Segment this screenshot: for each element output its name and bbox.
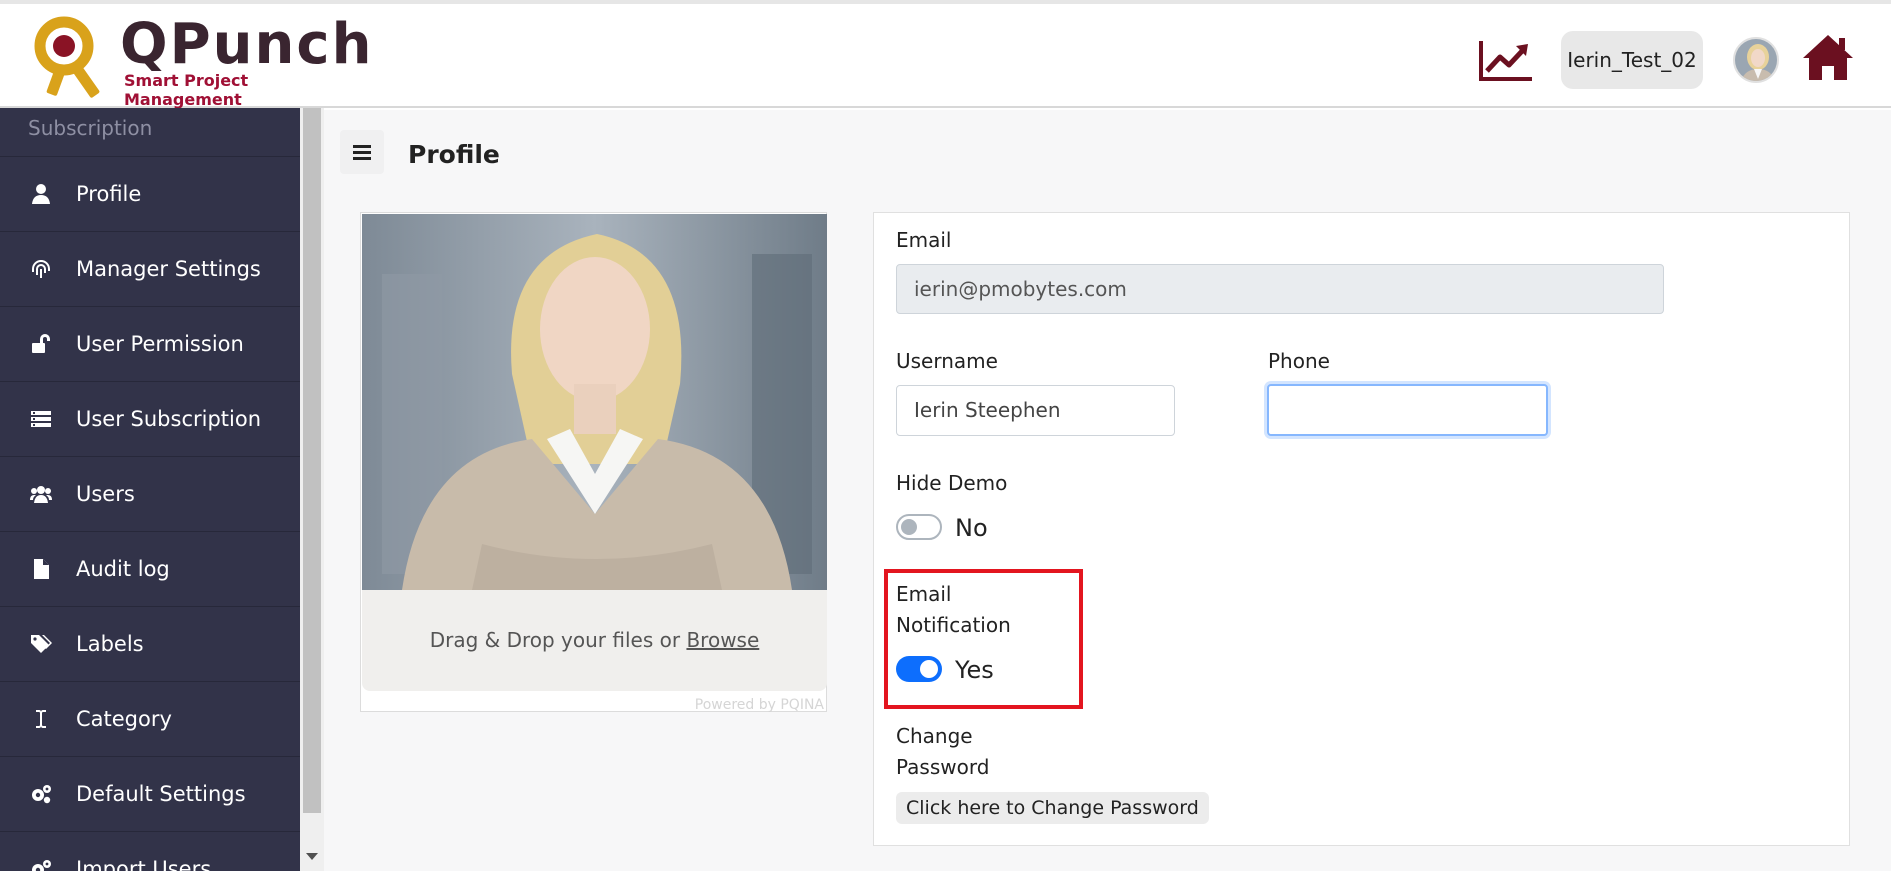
chart-trend-icon[interactable] (1478, 38, 1534, 82)
hamburger-menu-button[interactable] (340, 130, 384, 174)
email-notification-label-line2: Notification (896, 613, 1011, 637)
sidebar-item-user-permission[interactable]: User Permission (0, 306, 300, 381)
key-logo-icon (34, 16, 100, 98)
email-notification-value: Yes (955, 656, 994, 684)
home-icon[interactable] (1801, 32, 1855, 82)
user-menu-button[interactable]: Ierin_Test_02 (1561, 31, 1703, 89)
file-dropzone[interactable]: Drag & Drop your files or Browse (362, 590, 827, 691)
sidebar-section-label: Subscription (28, 116, 153, 140)
sidebar-item-audit-log[interactable]: Audit log (0, 531, 300, 606)
sidebar-item-user-subscription[interactable]: User Subscription (0, 381, 300, 456)
phone-label: Phone (1268, 349, 1330, 373)
hide-demo-label: Hide Demo (896, 471, 1008, 495)
profile-photo-uploader: Drag & Drop your files or Browse Powered… (360, 212, 827, 713)
fingerprint-icon (0, 258, 76, 280)
hamburger-icon (353, 145, 371, 160)
hide-demo-toggle[interactable] (896, 514, 942, 540)
sidebar-item-label: Audit log (76, 557, 170, 581)
dropzone-text: Drag & Drop your files or (429, 628, 687, 652)
change-password-label: Change (896, 724, 973, 748)
sidebar-item-users[interactable]: Users (0, 456, 300, 531)
brand-name: QPunch (120, 12, 374, 77)
powered-by-credit: Powered by PQINA (694, 697, 824, 713)
brand-logo[interactable]: QPunch Smart Project Management (30, 10, 371, 109)
sidebar: Subscription Profile Manager Settings Us… (0, 108, 300, 871)
user-icon (0, 183, 76, 205)
sidebar-item-label: Manager Settings (76, 257, 261, 281)
sidebar-item-import-users[interactable]: Import Users (0, 831, 300, 871)
avatar[interactable] (1733, 37, 1779, 83)
app-header: QPunch Smart Project Management Ierin_Te… (0, 4, 1891, 109)
change-password-button[interactable]: Click here to Change Password (896, 792, 1209, 824)
browse-link[interactable]: Browse (686, 628, 759, 652)
sidebar-item-label: User Subscription (76, 407, 262, 431)
sidebar-item-label: Users (76, 482, 135, 506)
avatar-image (1735, 39, 1777, 81)
list-icon (0, 408, 76, 430)
username-label: Username (896, 349, 998, 373)
email-notification-label: Email (896, 582, 952, 606)
sidebar-item-label: Import Users (76, 857, 212, 871)
gears-icon (0, 858, 76, 871)
sidebar-item-labels[interactable]: Labels (0, 606, 300, 681)
page-title: Profile (408, 140, 500, 169)
brand-tagline: Smart Project Management (124, 71, 249, 109)
users-icon (0, 483, 76, 505)
email-notification-toggle[interactable] (896, 656, 942, 682)
gears-icon (0, 783, 76, 805)
profile-photo (362, 214, 827, 590)
file-icon (0, 558, 76, 580)
sidebar-item-label: Labels (76, 632, 144, 656)
phone-field[interactable] (1267, 384, 1548, 436)
hide-demo-value: No (955, 514, 988, 542)
change-password-label-line2: Password (896, 755, 990, 779)
sidebar-item-label: Profile (76, 182, 142, 206)
email-field[interactable]: ierin@pmobytes.com (896, 264, 1664, 314)
unlock-icon (0, 333, 76, 355)
sidebar-item-label: Category (76, 707, 172, 731)
sidebar-item-category[interactable]: Category (0, 681, 300, 756)
sidebar-item-label: User Permission (76, 332, 244, 356)
text-cursor-icon (0, 708, 76, 730)
sidebar-item-default-settings[interactable]: Default Settings (0, 756, 300, 831)
sidebar-item-manager-settings[interactable]: Manager Settings (0, 231, 300, 306)
sidebar-scrollbar-thumb[interactable] (303, 108, 321, 813)
email-label: Email (896, 228, 952, 252)
sidebar-item-profile[interactable]: Profile (0, 156, 300, 231)
username-field[interactable]: Ierin Steephen (896, 385, 1175, 436)
sidebar-item-label: Default Settings (76, 782, 246, 806)
scroll-down-arrow-icon[interactable] (306, 853, 318, 860)
tags-icon (0, 633, 76, 655)
